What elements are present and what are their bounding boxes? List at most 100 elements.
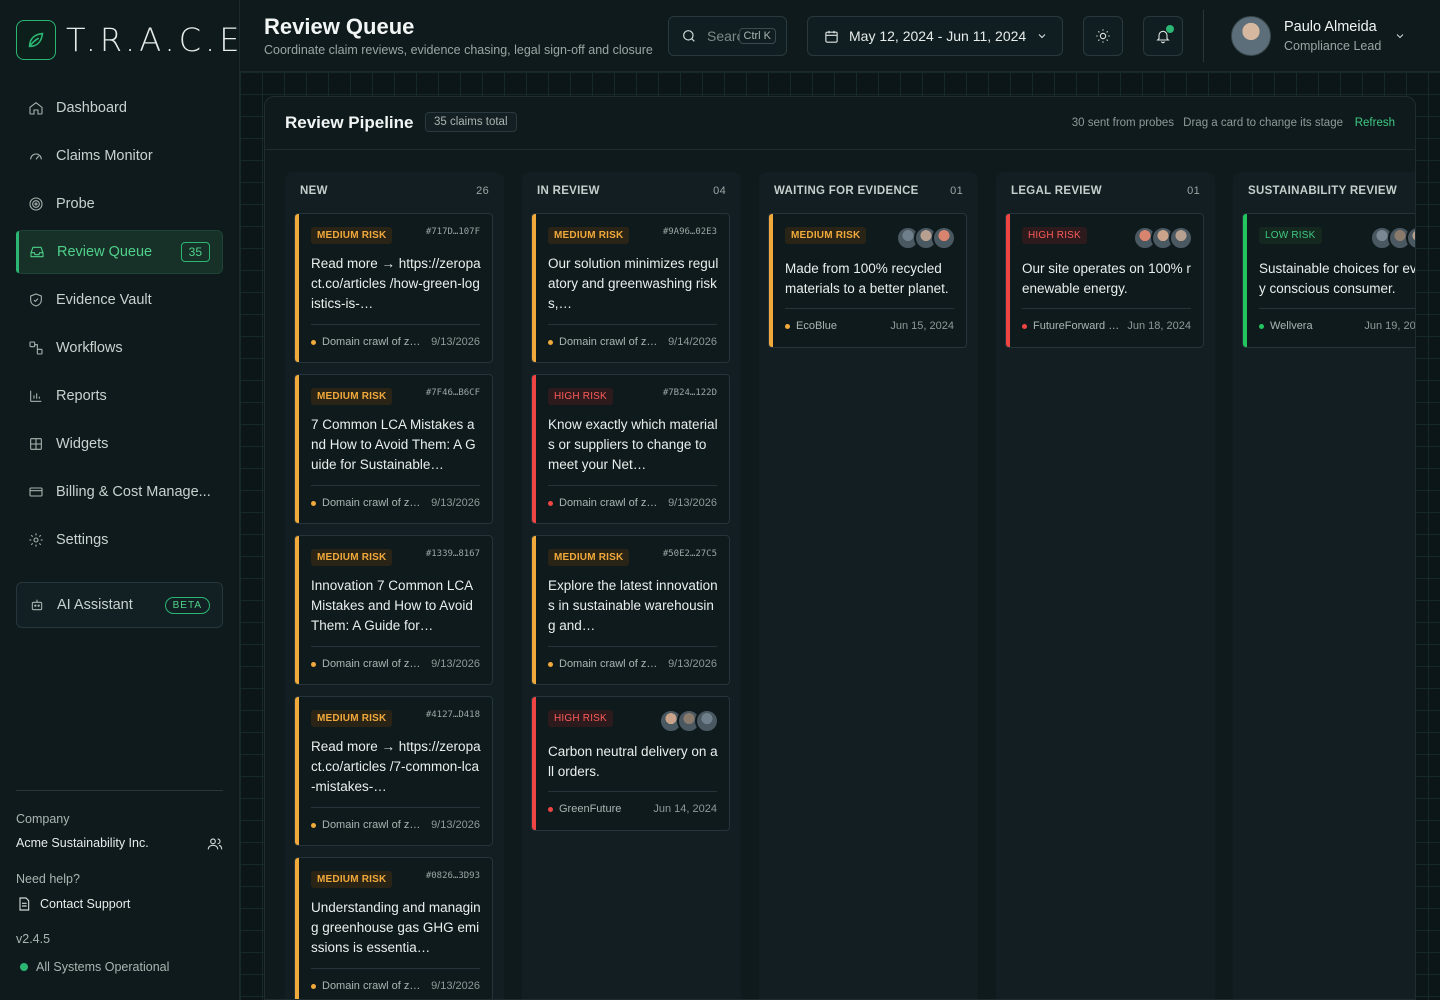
sidebar-item-label: Reports xyxy=(56,388,107,404)
app-logo[interactable]: T.R.A.C.E. xyxy=(16,20,258,60)
column-count: 01 xyxy=(1187,185,1200,197)
risk-dot-icon xyxy=(311,661,316,667)
claim-card[interactable]: MEDIUM RISK #4127…D418 Read more → https:/… xyxy=(294,696,493,846)
claim-id: #50E2…27C5 xyxy=(662,549,717,559)
card-divider xyxy=(1022,308,1191,309)
claims-total-badge: 35 claims total xyxy=(425,112,517,132)
header-divider xyxy=(1203,10,1204,62)
claim-source-label: Domain crawl of z… xyxy=(559,658,658,670)
claim-text: Sustainable choices for every conscious … xyxy=(1259,261,1416,296)
claim-card[interactable]: LOW RISK Sustainable choices for every co… xyxy=(1242,213,1416,348)
sidebar-item-evidence-vault[interactable]: Evidence Vault xyxy=(16,278,223,322)
sidebar-item-claims-monitor[interactable]: Claims Monitor xyxy=(16,134,223,178)
assignee-avatars[interactable] xyxy=(1370,226,1415,250)
sidebar-item-workflows[interactable]: Workflows xyxy=(16,326,223,370)
inbox-icon xyxy=(30,246,44,258)
card-footer: Domain crawl of z… 9/14/2026 xyxy=(548,336,717,348)
search-input[interactable]: Search Ctrl K xyxy=(668,16,787,56)
kanban-column: LEGAL REVIEW 01 HIGH RISK Our site operates… xyxy=(996,172,1215,999)
card-footer: Wellvera Jun 19, 2024 xyxy=(1259,320,1415,332)
date-range-picker[interactable]: May 12, 2024 - Jun 11, 2024 xyxy=(807,16,1063,56)
notification-dot xyxy=(1166,25,1174,33)
claim-id: #717D…107F xyxy=(425,227,480,237)
claim-date: 9/13/2026 xyxy=(431,658,480,670)
claim-source-label: EcoBlue xyxy=(796,320,837,332)
sidebar-item-widgets[interactable]: Widgets xyxy=(16,422,223,466)
claim-card[interactable]: MEDIUM RISK #0826…3D93 Understanding and m… xyxy=(294,857,493,999)
claim-source: Wellvera xyxy=(1259,320,1313,332)
sidebar-item-label: Probe xyxy=(56,196,95,212)
risk-badge: LOW RISK xyxy=(1259,227,1322,244)
claim-card[interactable]: MEDIUM RISK #50E2…27C5 Explore the latest … xyxy=(531,535,730,685)
card-footer: Domain crawl of z… 9/13/2026 xyxy=(311,819,480,831)
refresh-link[interactable]: Refresh xyxy=(1355,117,1395,129)
column-header: SUSTAINABILITY REVIEW xyxy=(1248,185,1415,197)
card-divider xyxy=(548,324,717,325)
user-avatar[interactable] xyxy=(1231,16,1271,56)
sidebar-item-label: Widgets xyxy=(56,436,109,452)
claim-card[interactable]: MEDIUM RISK Made from 100% recycled mater… xyxy=(768,213,967,348)
card-divider xyxy=(311,968,480,969)
risk-badge: MEDIUM RISK xyxy=(785,227,867,244)
claim-text: Our site operates on 100% renewable ener… xyxy=(1022,261,1191,296)
claim-source-label: Domain crawl of z… xyxy=(322,980,421,992)
claim-card[interactable]: HIGH RISK Our site operates on 100% renew… xyxy=(1005,213,1204,348)
sidebar-item-label: Evidence Vault xyxy=(56,292,152,308)
search-icon xyxy=(683,30,695,42)
ai-assistant-button[interactable]: AI Assistant BETA xyxy=(16,582,223,628)
claim-text: Explore the latest innovations in sustai… xyxy=(548,578,718,633)
column-title: IN REVIEW xyxy=(537,185,600,197)
sidebar-item-reports[interactable]: Reports xyxy=(16,374,223,418)
notifications-button[interactable] xyxy=(1143,16,1183,56)
claim-source-label: GreenFuture xyxy=(559,803,622,815)
card-footer: Domain crawl of z… 9/13/2026 xyxy=(311,497,480,509)
contact-support-link[interactable]: Contact Support xyxy=(16,896,130,912)
claim-date: Jun 15, 2024 xyxy=(890,320,954,332)
robot-icon xyxy=(31,599,43,611)
sidebar-item-billing[interactable]: Billing & Cost Manage... xyxy=(16,470,223,514)
company-label: Company xyxy=(16,812,70,826)
card-divider xyxy=(1259,308,1415,309)
risk-badge: MEDIUM RISK xyxy=(548,549,630,566)
risk-dot-icon xyxy=(548,806,553,812)
user-menu-chevron-icon[interactable] xyxy=(1394,30,1406,42)
card-divider xyxy=(548,791,717,792)
page-title: Review Queue xyxy=(264,14,415,39)
sidebar-item-review-queue[interactable]: Review Queue 35 xyxy=(16,230,223,274)
panel-title: Review Pipeline xyxy=(285,113,414,132)
theme-toggle-button[interactable] xyxy=(1083,16,1123,56)
card-footer: Domain crawl of z… 9/13/2026 xyxy=(548,497,717,509)
assignee-avatars[interactable] xyxy=(1133,226,1193,250)
claim-source: Domain crawl of z… xyxy=(311,336,420,348)
grid-icon xyxy=(30,438,42,450)
claim-source: Domain crawl of z… xyxy=(548,497,657,509)
company-name: Acme Sustainability Inc. xyxy=(16,836,149,850)
card-footer: Domain crawl of z… 9/13/2026 xyxy=(311,980,480,992)
column-header: IN REVIEW 04 xyxy=(537,185,726,197)
card-divider xyxy=(311,646,480,647)
claim-card[interactable]: MEDIUM RISK #9A96…02E3 Our solution minimi… xyxy=(531,213,730,363)
risk-badge: HIGH RISK xyxy=(548,388,613,405)
claim-card[interactable]: HIGH RISK Carbon neutral delivery on all … xyxy=(531,696,730,831)
users-icon[interactable] xyxy=(207,836,223,852)
assignee-avatars[interactable] xyxy=(659,709,719,733)
claim-card[interactable]: MEDIUM RISK #717D…107F Read more → https:/… xyxy=(294,213,493,363)
claim-date: Jun 18, 2024 xyxy=(1127,320,1191,332)
risk-dot-icon xyxy=(311,339,316,345)
sidebar-item-dashboard[interactable]: Dashboard xyxy=(16,86,223,130)
assignee-avatars[interactable] xyxy=(896,226,956,250)
column-title: NEW xyxy=(300,185,328,197)
risk-dot-icon xyxy=(311,500,316,506)
claim-card[interactable]: MEDIUM RISK #1339…8167 Innovation 7 Common… xyxy=(294,535,493,685)
risk-badge: HIGH RISK xyxy=(1022,227,1087,244)
claim-card[interactable]: MEDIUM RISK #7F46…B6CF 7 Common LCA Mistak… xyxy=(294,374,493,524)
sidebar-item-probe[interactable]: Probe xyxy=(16,182,223,226)
home-icon xyxy=(29,101,43,115)
column-count: 04 xyxy=(713,185,726,197)
risk-dot-icon xyxy=(548,500,553,506)
claim-card[interactable]: HIGH RISK #7B24…122D Know exactly which ma… xyxy=(531,374,730,524)
claim-text: Understanding and managing greenhouse ga… xyxy=(311,900,481,955)
risk-dot-icon xyxy=(548,339,553,345)
sidebar-item-settings[interactable]: Settings xyxy=(16,518,223,562)
kanban-column: NEW 26 MEDIUM RISK #717D…107F Read more → ht… xyxy=(285,172,504,999)
